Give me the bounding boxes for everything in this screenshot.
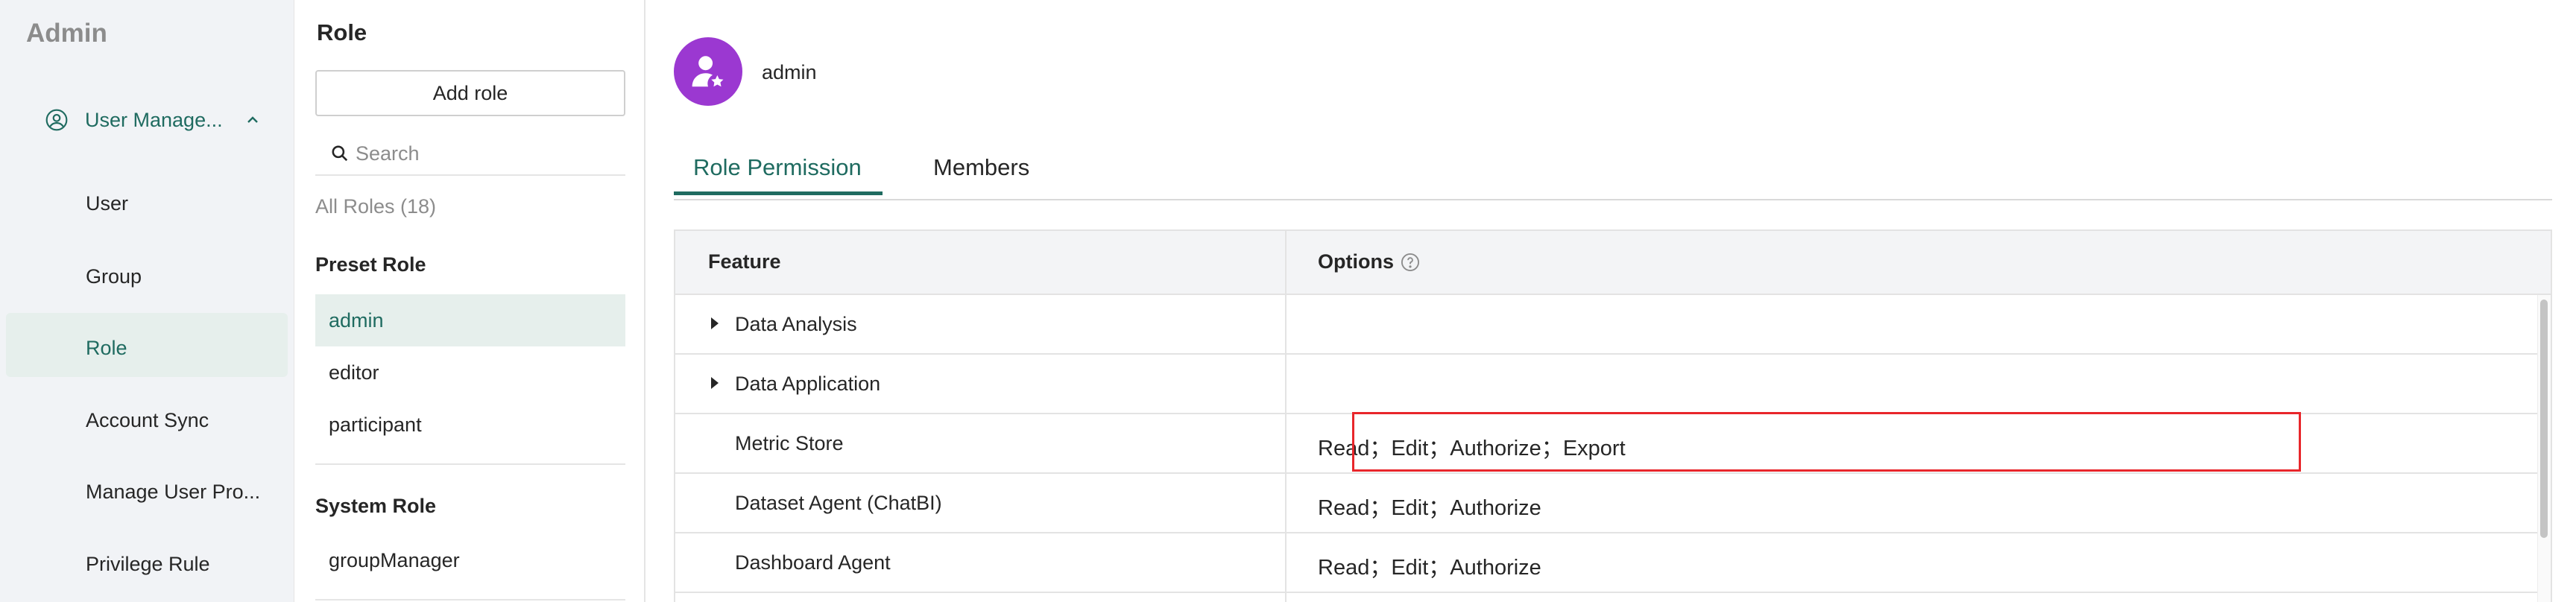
role-tabs: Role Permission Members [674, 145, 2552, 200]
user-circle-icon [45, 109, 68, 131]
all-roles-count[interactable]: All Roles (18) [315, 195, 436, 218]
role-detail-panel: admin Role Permission Members Feature Op… [645, 0, 2576, 602]
options-column-header: Options [1318, 250, 1421, 273]
sidebar-item-privilege-rule[interactable]: Privilege Rule [86, 553, 210, 576]
role-item-editor[interactable]: editor [315, 346, 625, 399]
avatar [674, 37, 742, 106]
feature-cell: Data Application [735, 373, 881, 395]
feature-cell: Metric Store [735, 432, 844, 454]
permission-table: Feature Options Data Analysis Data Appli… [674, 229, 2552, 602]
options-cell[interactable]: Read；Edit；Authorize；Export [1318, 431, 1626, 462]
help-circle-icon[interactable] [1400, 252, 1421, 273]
sidebar-group-user-management[interactable]: User Manage... [45, 108, 262, 132]
sidebar-item-role[interactable]: Role [86, 337, 127, 360]
sidebar-group-label: User Manage... [85, 108, 223, 131]
role-item-participant[interactable]: participant [315, 399, 625, 451]
user-star-icon [692, 56, 724, 87]
sidebar-item-group[interactable]: Group [86, 265, 142, 288]
role-list-panel: Role Add role All Roles (18) Preset Role… [294, 0, 645, 602]
feature-cell: Data Analysis [735, 313, 857, 335]
role-panel-title: Role [317, 19, 367, 45]
selected-role-name: admin [762, 61, 817, 83]
feature-cell: Dataset Agent (ChatBI) [735, 492, 942, 514]
system-role-heading: System Role [315, 495, 437, 517]
table-row[interactable]: Dataset Agent (ChatBI) Read；Edit；Authori… [675, 474, 2539, 533]
options-cell[interactable]: Read；Edit；Authorize [1318, 490, 1541, 522]
preset-role-heading: Preset Role [315, 253, 426, 276]
search-icon [332, 145, 348, 162]
table-header: Feature Options [675, 231, 2551, 295]
sidebar-item-manage-user-properties[interactable]: Manage User Pro... [86, 481, 260, 504]
caret-right-icon[interactable] [711, 377, 719, 389]
sidebar-active-highlight [6, 313, 288, 377]
role-item-groupmanager[interactable]: groupManager [315, 534, 625, 586]
options-header-label: Options [1318, 250, 1394, 273]
chevron-up-icon[interactable] [244, 111, 262, 129]
table-scrollbar-thumb[interactable] [2540, 300, 2548, 538]
table-row[interactable]: Metric Store Read；Edit；Authorize；Export [675, 414, 2539, 474]
role-search-input[interactable] [356, 142, 624, 165]
admin-sidebar: Admin User Manage... User Group Role Acc… [0, 0, 294, 602]
feature-cell: Dashboard Agent [735, 551, 891, 574]
options-cell[interactable]: Read；Edit；Authorize [1318, 550, 1541, 581]
sidebar-item-user[interactable]: User [86, 192, 128, 215]
tab-members[interactable]: Members [933, 154, 1029, 200]
sidebar-item-account-sync[interactable]: Account Sync [86, 409, 209, 432]
table-row[interactable]: Data Analysis [675, 295, 2539, 355]
role-section-divider [315, 463, 625, 465]
role-search [315, 133, 625, 176]
add-role-button[interactable]: Add role [315, 70, 625, 116]
table-row[interactable]: Dashboard Agent Read；Edit；Authorize [675, 533, 2539, 593]
role-item-admin[interactable]: admin [315, 294, 625, 346]
sidebar-title: Admin [26, 19, 107, 48]
role-section-divider [315, 599, 625, 601]
caret-right-icon[interactable] [711, 317, 719, 329]
table-row[interactable]: Data Application [675, 355, 2539, 414]
feature-column-header: Feature [708, 250, 781, 273]
active-tab-indicator [674, 191, 883, 195]
